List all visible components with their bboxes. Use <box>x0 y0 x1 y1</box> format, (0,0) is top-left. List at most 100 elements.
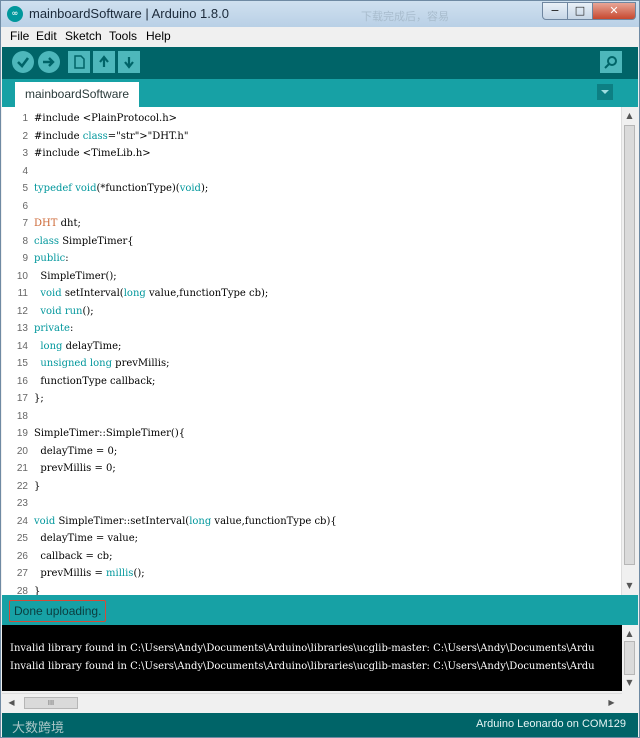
hscroll-thumb[interactable]: III <box>24 697 78 709</box>
line-text: prevMillis = 0; <box>34 463 116 474</box>
line-text: private: <box>34 323 74 334</box>
code-line: 5 typedef void(*functionType)(void); <box>2 180 622 198</box>
line-text: void SimpleTimer::setInterval(long value… <box>34 515 337 527</box>
line-text: DHT dht; <box>34 218 81 229</box>
menu-edit[interactable]: Edit <box>36 29 57 43</box>
status-bar: Done uploading. <box>2 595 638 625</box>
menu-tools[interactable]: Tools <box>109 29 137 43</box>
code-line: 22} <box>2 478 622 496</box>
code-line: 16 functionType callback; <box>2 373 622 391</box>
line-text: unsigned long prevMillis; <box>40 358 170 369</box>
line-text: typedef void(*functionType)(void); <box>34 183 209 194</box>
scroll-right-icon[interactable]: ▶ <box>606 696 617 709</box>
scroll-left-icon[interactable]: ◀ <box>6 696 17 709</box>
editor-vertical-scrollbar[interactable]: ▲ ▼ <box>621 107 638 595</box>
console-vertical-scrollbar[interactable]: ▲ ▼ <box>622 625 638 691</box>
menu-bar: File Edit Sketch Tools Help <box>1 27 639 47</box>
line-number: 27 <box>16 568 28 579</box>
line-text: long delayTime; <box>40 340 122 352</box>
code-line: 28} <box>2 583 622 596</box>
line-text: prevMillis = millis(); <box>34 568 145 579</box>
code-line: 7 DHT dht; <box>2 215 622 233</box>
code-line: 13 private: <box>2 320 622 338</box>
tab-mainboardsoftware[interactable]: mainboardSoftware <box>15 82 140 107</box>
line-number: 23 <box>16 498 28 509</box>
code-line: 25 delayTime = value; <box>2 530 622 548</box>
line-number: 10 <box>16 270 28 282</box>
minimize-button[interactable]: − <box>542 2 568 20</box>
line-text: void setInterval(long value,functionType… <box>40 288 269 299</box>
arrow-up-icon <box>99 55 109 67</box>
line-text: delayTime = 0; <box>34 445 118 457</box>
line-text: public: <box>34 253 69 264</box>
scroll-up-icon[interactable]: ▲ <box>624 109 635 122</box>
line-number: 4 <box>22 165 28 177</box>
console-horizontal-scrollbar[interactable]: ◀ III ▶ <box>2 693 622 712</box>
line-text: class SimpleTimer{ <box>34 235 134 247</box>
arduino-window: ∞ mainboardSoftware | Arduino 1.8.0 下载完成… <box>0 0 640 738</box>
title-bar[interactable]: ∞ mainboardSoftware | Arduino 1.8.0 下载完成… <box>1 1 639 27</box>
line-number: 11 <box>17 288 28 299</box>
line-text: SimpleTimer(); <box>34 270 117 282</box>
toolbar <box>2 47 638 79</box>
console-scrollbar-thumb[interactable] <box>624 641 635 675</box>
line-number: 7 <box>22 218 28 229</box>
maximize-button[interactable]: □ <box>567 2 593 20</box>
new-sketch-button[interactable] <box>68 51 90 73</box>
line-number: 6 <box>22 200 28 212</box>
line-number: 5 <box>22 183 28 194</box>
line-number: 26 <box>16 550 28 562</box>
console-scroll-up-icon[interactable]: ▲ <box>624 627 635 640</box>
line-number: 28 <box>16 585 28 596</box>
overlay-text: 下载完成后，容易 <box>361 10 449 23</box>
line-number: 2 <box>22 130 28 142</box>
chevron-down-icon <box>601 90 609 94</box>
code-line: 15 unsigned long prevMillis; <box>2 355 622 373</box>
line-number: 22 <box>16 480 28 492</box>
line-text: #include <TimeLib.h> <box>34 148 151 159</box>
upload-button[interactable] <box>38 51 60 73</box>
code-line: 4 <box>2 163 622 181</box>
line-number: 18 <box>16 410 28 422</box>
menu-help[interactable]: Help <box>146 29 171 43</box>
console-scroll-down-icon[interactable]: ▼ <box>624 676 635 689</box>
arrow-right-icon <box>43 57 55 67</box>
scrollbar-thumb[interactable] <box>624 125 635 565</box>
line-text: #include <PlainProtocol.h> <box>34 113 178 124</box>
line-text: void run(); <box>40 305 94 317</box>
line-number: 14 <box>16 340 28 352</box>
console-line: Invalid library found in C:\Users\Andy\D… <box>10 661 595 672</box>
open-sketch-button[interactable] <box>93 51 115 73</box>
line-text: delayTime = value; <box>34 533 139 544</box>
save-sketch-button[interactable] <box>118 51 140 73</box>
code-line: 23 <box>2 495 622 513</box>
serial-monitor-button[interactable] <box>600 51 622 73</box>
code-line: 26 callback = cb; <box>2 548 622 566</box>
line-text: functionType callback; <box>34 375 156 387</box>
code-line: 11 void setInterval(long value,functionT… <box>2 285 622 303</box>
checkmark-icon <box>17 57 30 68</box>
scroll-down-icon[interactable]: ▼ <box>624 579 635 592</box>
code-editor[interactable]: 1 #include <PlainProtocol.h> 2 #include cla… <box>2 107 638 595</box>
status-message: Done uploading. <box>9 600 107 622</box>
line-number: 19 <box>16 428 28 439</box>
code-line: 21 prevMillis = 0; <box>2 460 622 478</box>
menu-sketch[interactable]: Sketch <box>65 29 102 43</box>
line-number: 3 <box>22 148 28 159</box>
line-text: SimpleTimer::SimpleTimer(){ <box>34 428 186 439</box>
code-line: 27 prevMillis = millis(); <box>2 565 622 583</box>
line-number: 9 <box>22 253 28 264</box>
verify-button[interactable] <box>12 51 34 73</box>
tab-menu-button[interactable] <box>597 84 613 100</box>
line-number: 15 <box>16 358 28 369</box>
line-number: 12 <box>16 305 28 317</box>
code-line: 2 #include class="str">"DHT.h" <box>2 128 622 146</box>
line-number: 20 <box>16 445 28 457</box>
code-line: 1 #include <PlainProtocol.h> <box>2 110 622 128</box>
close-button[interactable]: ✕ <box>592 2 636 20</box>
line-text: callback = cb; <box>34 550 113 562</box>
console-output[interactable]: Invalid library found in C:\Users\Andy\D… <box>2 625 622 691</box>
menu-file[interactable]: File <box>10 29 29 43</box>
code-line: 14 long delayTime; <box>2 338 622 356</box>
code-line: 3 #include <TimeLib.h> <box>2 145 622 163</box>
